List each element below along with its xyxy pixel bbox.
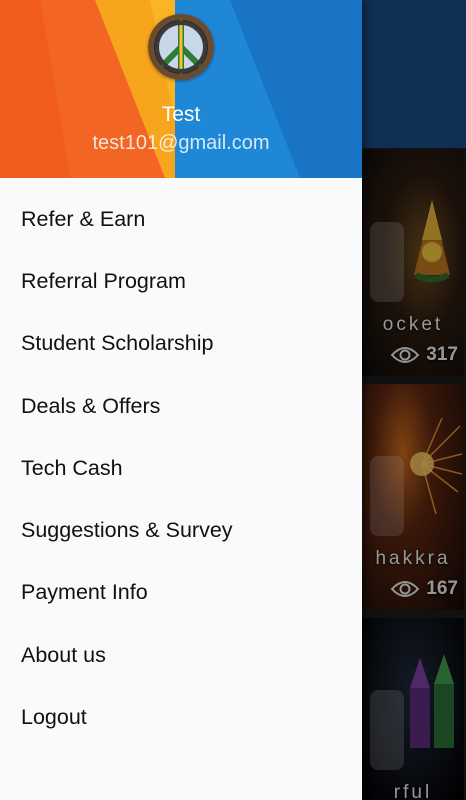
menu-item-deals-offers[interactable]: Deals & Offers <box>0 375 362 437</box>
drawer-menu: Refer & Earn Referral Program Student Sc… <box>0 178 362 749</box>
menu-item-payment-info[interactable]: Payment Info <box>0 562 362 624</box>
menu-item-about-us[interactable]: About us <box>0 624 362 686</box>
user-name: Test <box>161 103 201 126</box>
drawer-header: Test test101@gmail.com <box>0 0 362 178</box>
drawer-scrim[interactable] <box>362 0 466 800</box>
avatar[interactable] <box>148 14 214 80</box>
menu-item-logout[interactable]: Logout <box>0 686 362 748</box>
menu-item-referral-program[interactable]: Referral Program <box>0 250 362 312</box>
menu-item-refer-earn[interactable]: Refer & Earn <box>0 188 362 250</box>
navigation-drawer: Test test101@gmail.com Refer & Earn Refe… <box>0 0 362 800</box>
menu-item-suggestions-survey[interactable]: Suggestions & Survey <box>0 499 362 561</box>
menu-item-student-scholarship[interactable]: Student Scholarship <box>0 313 362 375</box>
user-email: test101@gmail.com <box>92 132 270 154</box>
peace-sign-icon <box>148 14 214 80</box>
menu-item-tech-cash[interactable]: Tech Cash <box>0 437 362 499</box>
